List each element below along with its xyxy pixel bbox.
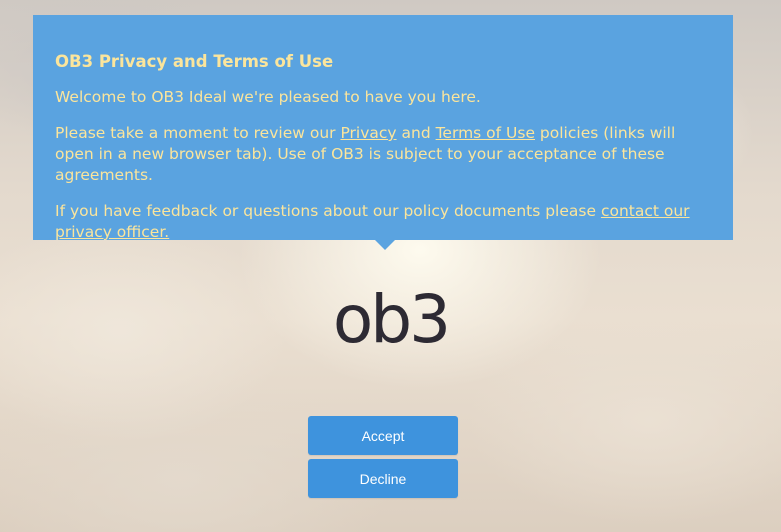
feedback-text: If you have feedback or questions about … xyxy=(55,202,601,220)
privacy-terms-popover: OB3 Privacy and Terms of Use Welcome to … xyxy=(33,15,733,250)
review-text-part1: Please take a moment to review our xyxy=(55,124,341,142)
welcome-text: Welcome to OB3 Ideal we're pleased to ha… xyxy=(55,88,481,106)
feedback-paragraph: If you have feedback or questions about … xyxy=(55,201,711,243)
privacy-link[interactable]: Privacy xyxy=(340,124,396,142)
decline-button[interactable]: Decline xyxy=(308,459,458,498)
review-text-part2: and xyxy=(396,124,436,142)
accept-button[interactable]: Accept xyxy=(308,416,458,455)
terms-of-use-link[interactable]: Terms of Use xyxy=(436,124,535,142)
popover-title: OB3 Privacy and Terms of Use xyxy=(55,52,334,71)
ob3-logo: ob3 xyxy=(332,281,451,358)
review-paragraph: Please take a moment to review our Priva… xyxy=(55,123,711,186)
